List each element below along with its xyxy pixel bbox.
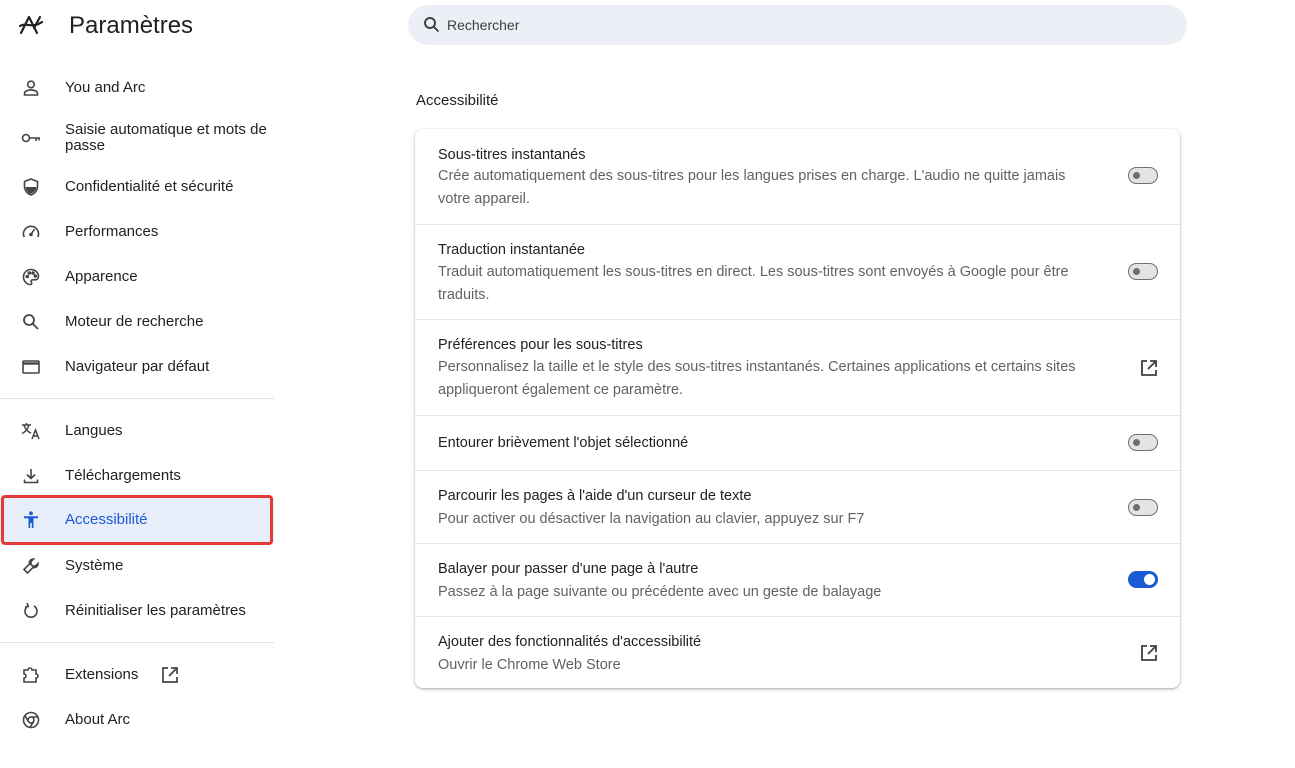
brand: Paramètres: [18, 10, 193, 42]
puzzle-icon: [20, 664, 42, 686]
sidebar-item-label: Langues: [65, 422, 123, 439]
reset-icon: [20, 600, 42, 622]
sidebar-item-appearance[interactable]: Apparence: [0, 263, 274, 291]
setting-row-swipe-navigation: Balayer pour passer d'une page à l'autre…: [415, 544, 1180, 617]
sidebar-item-accessibility[interactable]: Accessibilité: [0, 498, 274, 542]
search-icon: [422, 15, 442, 35]
sidebar-item-system[interactable]: Système: [0, 552, 274, 580]
sidebar-item-privacy[interactable]: Confidentialité et sécurité: [0, 173, 274, 201]
sidebar-item-label: Saisie automatique et mots de passe: [65, 121, 267, 154]
page-title: Paramètres: [69, 12, 194, 39]
sidebar-item-extensions[interactable]: Extensions: [0, 661, 274, 689]
sidebar-item-label: Réinitialiser les paramètres: [65, 602, 246, 619]
sidebar-item-label: Téléchargements: [65, 467, 181, 484]
sidebar-item-you-and-arc[interactable]: You and Arc: [0, 74, 274, 102]
person-icon: [20, 77, 42, 99]
sidebar-item-label: Accessibilité: [65, 511, 148, 528]
download-icon: [20, 465, 42, 487]
swipe-navigation-toggle[interactable]: [1128, 571, 1158, 588]
sidebar-divider: [0, 642, 274, 643]
setting-description: Pour activer ou désactiver la navigation…: [438, 511, 865, 527]
setting-title: Traduction instantanée: [438, 242, 585, 258]
setting-title: Sous-titres instantanés: [438, 147, 586, 163]
section-title: Accessibilité: [416, 92, 499, 109]
toggle-knob: [1144, 574, 1155, 585]
shield-icon: [20, 176, 42, 198]
sidebar-item-label: Performances: [65, 223, 159, 240]
sidebar-item-languages[interactable]: Langues: [0, 417, 274, 445]
setting-title: Ajouter des fonctionnalités d'accessibil…: [438, 634, 702, 650]
sidebar-item-search-engine[interactable]: Moteur de recherche: [0, 308, 274, 336]
sidebar-item-label: Confidentialité et sécurité: [65, 178, 234, 195]
sidebar-item-label: You and Arc: [65, 79, 146, 96]
setting-row-live-caption: Sous-titres instantanés Crée automatique…: [415, 129, 1180, 225]
sidebar-item-default-browser[interactable]: Navigateur par défaut: [0, 353, 274, 381]
setting-description: Crée automatiquement des sous-titres pou…: [438, 168, 1066, 207]
sidebar-item-label: About Arc: [65, 711, 131, 728]
setting-row-add-accessibility-features[interactable]: Ajouter des fonctionnalités d'accessibil…: [415, 617, 1180, 688]
wrench-icon: [20, 555, 42, 577]
setting-title: Balayer pour passer d'une page à l'autre: [438, 561, 699, 577]
focus-highlight-toggle[interactable]: [1128, 434, 1158, 451]
sidebar-item-label: Apparence: [65, 268, 138, 285]
toggle-knob: [1133, 171, 1140, 179]
arc-logo-icon: [18, 13, 44, 39]
external-link-icon: [159, 664, 181, 686]
search-bar[interactable]: [408, 5, 1187, 45]
browser-window-icon: [20, 356, 42, 378]
live-translate-toggle[interactable]: [1128, 263, 1158, 280]
translate-icon: [20, 420, 42, 442]
search-input[interactable]: [447, 15, 1147, 35]
live-caption-toggle[interactable]: [1128, 167, 1158, 184]
setting-description: Passez à la page suivante ou précédente …: [438, 584, 882, 600]
setting-description: Traduit automatiquement les sous-titres …: [438, 264, 1069, 303]
speedometer-icon: [20, 221, 42, 243]
search-icon: [20, 311, 42, 333]
external-link-icon[interactable]: [1139, 358, 1159, 378]
accessibility-settings-card: Sous-titres instantanés Crée automatique…: [415, 129, 1180, 688]
toggle-knob: [1133, 267, 1140, 275]
setting-title: Entourer brièvement l'objet sélectionné: [438, 435, 689, 451]
toggle-knob: [1133, 438, 1140, 446]
external-link-icon[interactable]: [1139, 643, 1159, 663]
palette-icon: [20, 266, 42, 288]
setting-description: Ouvrir le Chrome Web Store: [438, 657, 621, 673]
setting-row-focus-highlight: Entourer brièvement l'objet sélectionné: [415, 416, 1180, 471]
caret-browsing-toggle[interactable]: [1128, 499, 1158, 516]
setting-row-caption-preferences[interactable]: Préférences pour les sous-titres Personn…: [415, 320, 1180, 416]
sidebar-item-label: Moteur de recherche: [65, 313, 204, 330]
setting-description: Personnalisez la taille et le style des …: [438, 359, 1076, 398]
setting-row-live-translate: Traduction instantanée Traduit automatiq…: [415, 225, 1180, 320]
sidebar-item-autofill[interactable]: Saisie automatique et mots de passe: [0, 121, 274, 155]
chrome-icon: [20, 709, 42, 731]
sidebar-item-downloads[interactable]: Téléchargements: [0, 462, 274, 490]
toggle-knob: [1133, 503, 1140, 511]
sidebar-divider: [0, 398, 274, 399]
key-icon: [20, 127, 42, 149]
sidebar-item-reset[interactable]: Réinitialiser les paramètres: [0, 597, 274, 625]
setting-title: Préférences pour les sous-titres: [438, 337, 643, 353]
setting-row-caret-browsing: Parcourir les pages à l'aide d'un curseu…: [415, 471, 1180, 544]
sidebar-item-label: Navigateur par défaut: [65, 358, 210, 375]
sidebar-item-label: Extensions: [65, 666, 139, 683]
sidebar-item-about[interactable]: About Arc: [0, 706, 274, 734]
sidebar: Paramètres You and Arc Saisie automatiqu…: [0, 0, 280, 768]
sidebar-item-performance[interactable]: Performances: [0, 218, 274, 246]
sidebar-item-label: Système: [65, 557, 124, 574]
accessibility-icon: [20, 509, 42, 531]
setting-title: Parcourir les pages à l'aide d'un curseu…: [438, 488, 752, 504]
